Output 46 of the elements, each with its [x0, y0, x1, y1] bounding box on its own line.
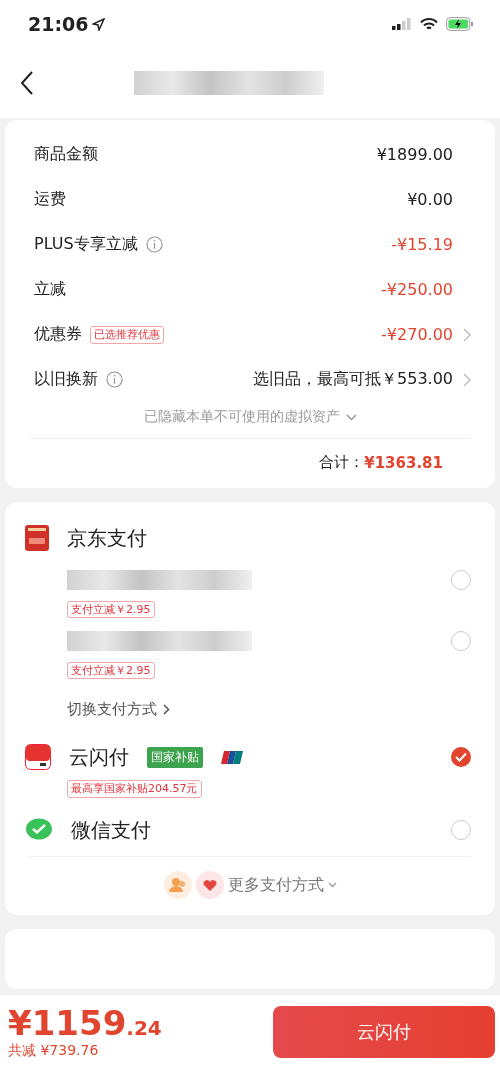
- more-payment-link[interactable]: 更多支付方式: [227, 874, 324, 896]
- signal-icon: [392, 18, 412, 30]
- hidden-assets-note[interactable]: 已隐藏本单不可使用的虚拟资产: [143, 408, 340, 426]
- row-value: -¥15.19: [391, 235, 453, 254]
- card-network-icon: [221, 750, 243, 764]
- discount-tag: 支付立减￥2.95: [67, 601, 155, 618]
- row-label: 优惠券: [34, 324, 82, 345]
- method-name: 云闪付: [69, 743, 129, 771]
- total-label: 合计：: [319, 453, 365, 472]
- people-icon: [163, 871, 192, 899]
- wifi-icon: [420, 17, 438, 31]
- app-logo-icon: [25, 744, 51, 770]
- info-icon[interactable]: [106, 371, 123, 388]
- subsidy-badge: 国家补贴: [147, 746, 203, 768]
- location-arrow-icon: [92, 17, 106, 31]
- row-value: -¥250.00: [381, 280, 453, 299]
- row-label: 立减: [34, 279, 66, 300]
- row-value: ¥1899.00: [376, 145, 453, 164]
- switch-payment-link[interactable]: 切换支付方式: [67, 700, 157, 719]
- row-label: 以旧换新: [34, 369, 98, 390]
- wallet-logo-icon: [25, 525, 49, 551]
- method-name: 京东支付: [67, 524, 147, 552]
- radio-checked[interactable]: [451, 747, 471, 767]
- info-icon[interactable]: [145, 236, 163, 253]
- row-value: -¥270.00: [381, 325, 453, 344]
- discount-tag: 支付立减￥2.95: [67, 662, 155, 679]
- battery-charging-icon: [446, 17, 474, 31]
- pay-button[interactable]: 云闪付: [273, 1006, 495, 1058]
- back-icon[interactable]: [20, 70, 34, 96]
- method-name: 微信支付: [71, 816, 151, 844]
- row-value: ¥0.00: [407, 190, 453, 209]
- total-saved: 共减 ¥739.76: [8, 1042, 100, 1060]
- chevron-down-icon: [327, 882, 337, 888]
- price-decimal: .24: [126, 1016, 162, 1040]
- chevron-right-icon: [163, 704, 170, 715]
- offer-tag: 已选推荐优惠: [90, 325, 164, 344]
- row-label: PLUS专享立减: [34, 234, 138, 255]
- total-value: ¥1363.81: [364, 453, 443, 472]
- chevron-down-icon: [345, 413, 357, 421]
- subsidy-tag: 最高享国家补贴204.57元: [67, 780, 202, 798]
- row-value: 选旧品，最高可抵￥553.00: [253, 369, 453, 390]
- row-label: 商品金额: [34, 144, 98, 165]
- status-time: 21:06: [28, 13, 89, 35]
- check-icon: [455, 752, 467, 762]
- row-label: 运费: [34, 189, 66, 210]
- price-integer: ¥1159: [8, 1003, 127, 1043]
